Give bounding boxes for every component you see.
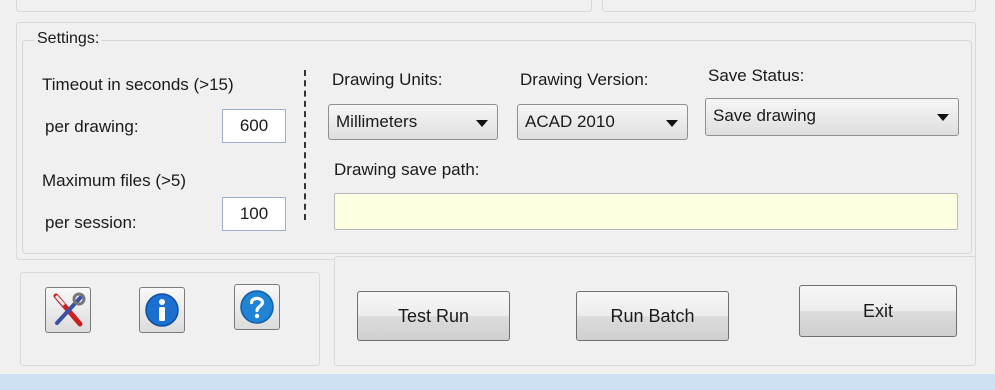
save-status-value: Save drawing xyxy=(713,106,817,125)
per-session-label: per session: xyxy=(45,213,137,232)
save-path-label: Drawing save path: xyxy=(334,160,480,179)
exit-button[interactable]: Exit xyxy=(799,285,957,337)
top-left-panel xyxy=(16,0,592,12)
save-status-dropdown[interactable]: Save drawing xyxy=(705,98,959,136)
tools-button[interactable] xyxy=(45,287,91,333)
units-label: Drawing Units: xyxy=(332,70,443,89)
window-bottom-strip xyxy=(0,374,995,390)
info-icon xyxy=(145,293,179,327)
version-value: ACAD 2010 xyxy=(525,112,615,131)
timeout-label: Timeout in seconds (>15) xyxy=(42,75,234,94)
run-batch-button[interactable]: Run Batch xyxy=(576,291,729,341)
top-right-panel xyxy=(602,0,976,12)
per-drawing-label: per drawing: xyxy=(45,117,139,136)
version-label: Drawing Version: xyxy=(520,70,649,89)
units-dropdown[interactable]: Millimeters xyxy=(328,104,498,140)
info-button[interactable] xyxy=(139,287,185,333)
max-files-label: Maximum files (>5) xyxy=(42,171,187,190)
test-run-button[interactable]: Test Run xyxy=(357,291,510,341)
help-icon xyxy=(240,290,274,324)
save-path-input[interactable] xyxy=(334,193,958,230)
tools-icon xyxy=(53,292,86,327)
version-dropdown[interactable]: ACAD 2010 xyxy=(517,104,688,140)
units-value: Millimeters xyxy=(336,112,418,131)
settings-divider xyxy=(304,70,306,220)
chevron-down-icon xyxy=(666,120,678,127)
help-button[interactable] xyxy=(234,284,280,330)
settings-title: Settings: xyxy=(34,30,103,48)
save-status-label: Save Status: xyxy=(708,66,805,85)
max-files-input[interactable]: 100 xyxy=(222,197,286,231)
chevron-down-icon xyxy=(476,120,488,127)
timeout-input[interactable]: 600 xyxy=(222,109,286,143)
chevron-down-icon xyxy=(937,114,949,121)
